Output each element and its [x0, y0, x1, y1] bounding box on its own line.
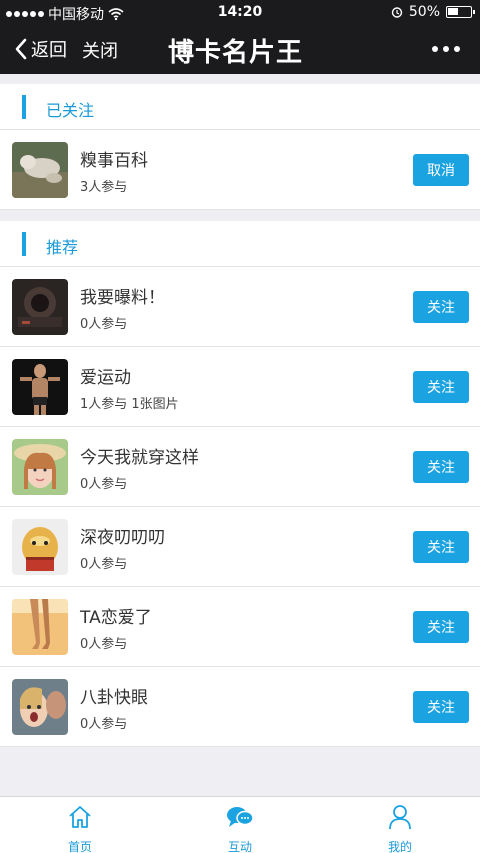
back-button[interactable]: 返回 [14, 36, 67, 62]
beach-legs-photo [12, 599, 68, 655]
tab-label: 首页 [67, 840, 92, 853]
follow-button[interactable]: 关注 [413, 611, 469, 643]
list-item[interactable]: 爱运动 1人参与 1张图片 关注 [0, 347, 480, 427]
item-name: 今天我就穿这样 [80, 448, 199, 468]
follow-button[interactable]: 关注 [413, 691, 469, 723]
nav-bar: 返回 关闭 博卡名片王 [0, 24, 480, 74]
follow-button[interactable]: 关注 [413, 451, 469, 483]
tab-label: 互动 [227, 840, 252, 853]
tab-me[interactable]: 我的 [360, 803, 440, 853]
home-icon [69, 806, 91, 828]
close-button[interactable]: 关闭 [82, 37, 118, 63]
followed-section-header: 已关注 [0, 84, 480, 130]
follow-button[interactable]: 关注 [413, 291, 469, 323]
list-item[interactable]: 糗事百科 3人参与 取消 [0, 130, 480, 210]
unfollow-button[interactable]: 取消 [413, 154, 469, 186]
girl-hat-photo [12, 439, 68, 495]
recommended-section-header: 推荐 [0, 221, 480, 267]
user-icon [389, 805, 411, 830]
fitness-photo [12, 359, 68, 415]
more-menu-button[interactable] [432, 46, 460, 52]
follow-button[interactable]: 关注 [413, 531, 469, 563]
status-bar: 中国移动 14:20 50% [0, 0, 480, 24]
battery-icon [446, 6, 475, 18]
list-item[interactable]: 今天我就穿这样 0人参与 关注 [0, 427, 480, 507]
list-item[interactable]: TA恋爱了 0人参与 关注 [0, 587, 480, 667]
section-marker [22, 232, 26, 256]
list-item[interactable]: 深夜叨叨叨 0人参与 关注 [0, 507, 480, 587]
tab-label: 我的 [387, 840, 412, 853]
item-meta: 0人参与 [80, 717, 128, 732]
item-meta: 0人参与 [80, 317, 128, 332]
follow-button[interactable]: 关注 [413, 371, 469, 403]
item-name: 八卦快眼 [80, 688, 148, 708]
chevron-left-icon [15, 38, 27, 60]
item-meta: 0人参与 [80, 637, 128, 652]
item-name: 深夜叨叨叨 [80, 528, 165, 548]
status-right: 50% [391, 4, 475, 20]
item-meta: 3人参与 [80, 180, 128, 195]
cartoon-photo [12, 519, 68, 575]
tab-home[interactable]: 首页 [40, 803, 120, 853]
list-item[interactable]: 我要曝料！ 0人参与 关注 [0, 267, 480, 347]
list-item[interactable]: 八卦快眼 0人参与 关注 [0, 667, 480, 747]
tab-interact[interactable]: 互动 [200, 803, 280, 853]
section-marker [22, 95, 26, 119]
page-title: 博卡名片王 [168, 38, 304, 68]
gossip-photo [12, 679, 68, 735]
item-name: TA恋爱了 [80, 608, 152, 628]
back-label: 返回 [31, 40, 67, 61]
bottom-tab-bar: 首页 互动 我的 [0, 796, 480, 853]
more-dot-icon [443, 46, 449, 52]
battery-percent: 50% [408, 4, 440, 20]
item-name: 爱运动 [80, 368, 131, 388]
item-meta: 0人参与 [80, 477, 128, 492]
followed-section-title: 已关注 [46, 101, 95, 120]
item-meta: 1人参与 1张图片 [80, 397, 179, 412]
item-name: 糗事百科 [80, 151, 148, 171]
item-meta: 0人参与 [80, 557, 128, 572]
dog-photo [12, 142, 68, 198]
more-dot-icon [432, 46, 438, 52]
camera-photo [12, 279, 68, 335]
more-dot-icon [454, 46, 460, 52]
alarm-clock-icon [391, 7, 403, 18]
item-name: 我要曝料！ [80, 288, 165, 308]
chat-bubbles-icon [227, 807, 254, 827]
recommended-section-title: 推荐 [46, 238, 79, 257]
